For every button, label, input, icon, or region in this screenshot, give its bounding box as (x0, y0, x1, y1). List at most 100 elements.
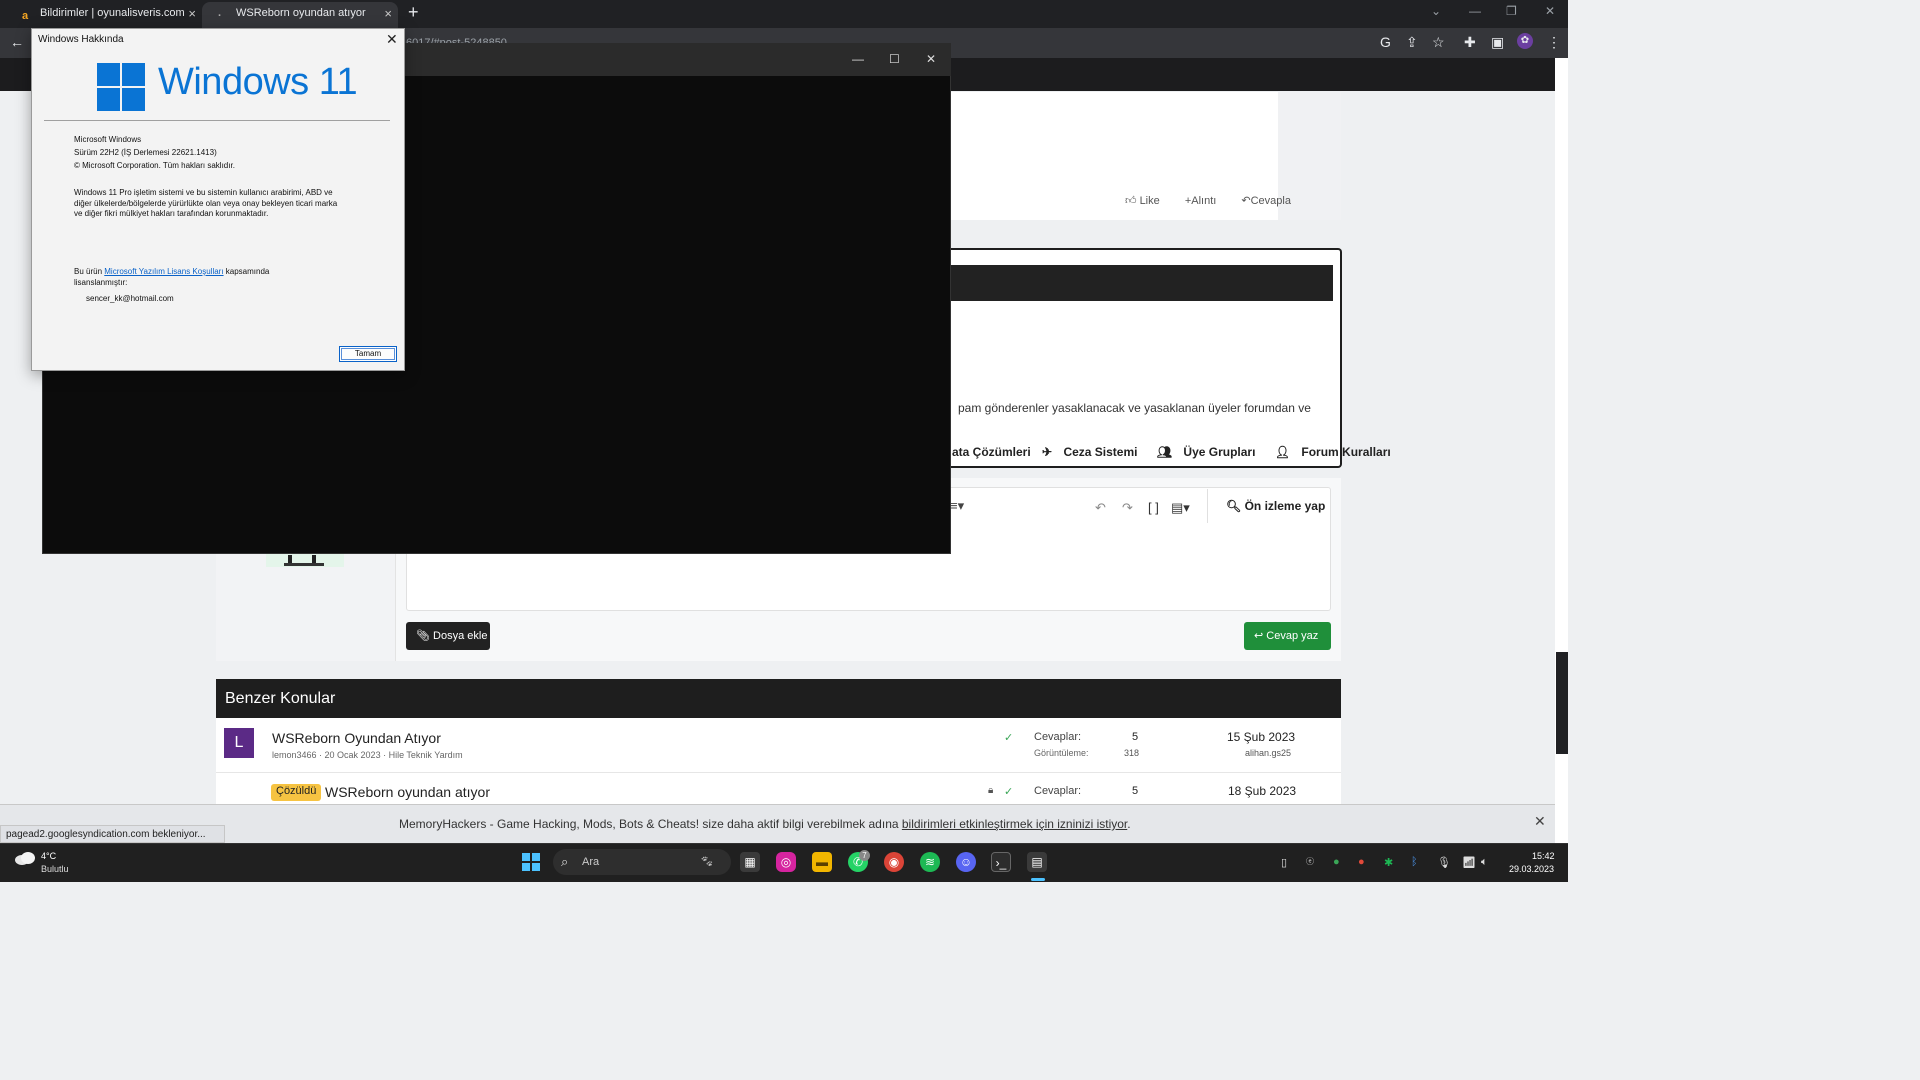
user-lock-icon: 👤︎ (1274, 445, 1291, 459)
last-post-date[interactable]: 18 Şub 2023 (1228, 784, 1296, 798)
tab-search-icon[interactable]: ⌄ (1431, 4, 1441, 18)
whatsapp-badge: 7 (859, 850, 870, 861)
bluetooth-icon[interactable]: ᛒ (1411, 856, 1418, 868)
chrome-tray-icon[interactable]: ● (1358, 856, 1365, 868)
windows-logo-icon (97, 63, 145, 111)
close-icon[interactable]: ✕ (386, 31, 398, 48)
start-button[interactable] (522, 853, 540, 871)
restore-icon[interactable]: ❐ (1506, 4, 1517, 18)
microsoft-store-icon[interactable]: ▦ (740, 852, 760, 872)
xbox-tray-icon[interactable]: ✱ (1384, 856, 1393, 869)
row-divider (216, 772, 1341, 773)
notification-tail: . (1127, 817, 1131, 831)
enable-notifications-link[interactable]: bildirimleri etkinleştirmek için izniniz… (902, 817, 1127, 831)
ok-button[interactable]: Tamam (339, 346, 397, 362)
drafts-icon[interactable]: ▤▾ (1171, 500, 1190, 516)
wifi-icon[interactable]: 📶︎ (1462, 856, 1476, 869)
discord-icon[interactable]: ☺ (956, 852, 976, 872)
attach-file-button[interactable]: 📎︎ Dosya ekle (406, 622, 490, 650)
bbcode-icon[interactable]: [ ] (1148, 500, 1159, 515)
legal-line-2: diğer ülkelerde/bölgelerde yürürlükte ol… (74, 198, 338, 208)
reply-button[interactable]: ↶Cevapla (1241, 195, 1302, 207)
extensions-icon[interactable]: ✚ (1464, 34, 1476, 51)
license-prefix: Bu ürün (74, 267, 105, 276)
undo-icon[interactable]: ↶ (1095, 500, 1106, 516)
app-tray-icon[interactable]: ● (1333, 856, 1340, 868)
copyright-text: © Microsoft Corporation. Tüm hakları sak… (74, 161, 235, 170)
minimize-icon[interactable]: — (1469, 4, 1481, 18)
tab-close-icon[interactable]: × (188, 2, 196, 25)
ime-icon[interactable]: ⓔ (1306, 856, 1314, 867)
tab-title: Bildirimler | oyunalisveris.com (40, 7, 185, 19)
license-terms-link[interactable]: Microsoft Yazılım Lisans Koşulları (104, 267, 223, 276)
clock-time[interactable]: 15:42 (1532, 851, 1555, 861)
bookmark-star-icon[interactable]: ☆ (1432, 34, 1445, 51)
thread-title-link[interactable]: WSReborn Oyundan Atıyor (272, 730, 441, 746)
thread-avatar[interactable]: L (224, 728, 254, 758)
clock-date[interactable]: 29.03.2023 (1509, 864, 1554, 874)
divider (44, 120, 390, 121)
google-icon[interactable]: G (1380, 34, 1391, 50)
file-explorer-icon[interactable]: ▬ (812, 852, 832, 872)
dialog-title: Windows Hakkında (38, 34, 124, 45)
device-icon[interactable]: ▯ (1281, 856, 1287, 869)
weather-description[interactable]: Bulutlu (41, 864, 69, 874)
site-favicon-icon: a (22, 10, 29, 22)
volume-icon[interactable]: 🔈︎ (1481, 856, 1488, 869)
redo-icon[interactable]: ↷ (1122, 500, 1133, 516)
windows-wordmark: Windows 11 (158, 61, 358, 103)
license-text: Bu ürün Microsoft Yazılım Lisans Koşulla… (74, 267, 269, 278)
last-poster[interactable]: alihan.gs25 (1245, 748, 1291, 758)
legal-line-1: Windows 11 Pro işletim sistemi ve bu sis… (74, 188, 333, 197)
microphone-icon[interactable]: 🎙︎ (1437, 856, 1451, 869)
notice-links: ata Çözümleri ✈︎ Ceza Sistemi 👥︎ Üye Gru… (952, 445, 1407, 459)
tab-close-icon[interactable]: × (384, 2, 392, 25)
notice-header (950, 265, 1333, 301)
scrollbar-thumb[interactable] (1556, 652, 1568, 754)
replies-label: Cevaplar: (1034, 731, 1082, 743)
about-windows-app-icon[interactable]: ▤ (1027, 852, 1047, 872)
last-post-date[interactable]: 15 Şub 2023 (1227, 730, 1295, 744)
preview-icon: 🔍︎ (1226, 499, 1242, 513)
preview-button[interactable]: 🔍︎ Ön izleme yap (1207, 489, 1330, 523)
close-icon[interactable]: ✕ (1545, 4, 1555, 18)
terminal-icon[interactable]: ›_ (991, 852, 1011, 872)
align-dropdown-icon[interactable]: ≡▾ (950, 498, 964, 514)
menu-icon[interactable]: ⋮ (1547, 34, 1561, 51)
profile-avatar[interactable]: ✿ (1517, 33, 1533, 49)
side-panel-icon[interactable]: ▣ (1491, 34, 1504, 51)
tab-bildirimler[interactable]: a Bildirimler | oyunalisveris.com × (6, 2, 202, 28)
close-icon[interactable]: ✕ (1534, 813, 1546, 830)
views-count: 318 (1124, 748, 1140, 758)
tab-wsreborn[interactable]: · WSReborn oyundan atıyor × (202, 2, 398, 28)
notice-text: pam gönderenler yasaklanacak ve yasaklan… (958, 401, 1311, 415)
close-icon[interactable]: ✕ (926, 52, 936, 66)
link-ceza-sistemi[interactable]: ✈︎ Ceza Sistemi (1042, 445, 1145, 459)
back-icon[interactable]: ← (10, 34, 24, 50)
new-tab-icon[interactable]: + (408, 2, 419, 23)
share-icon[interactable]: ⇪ (1406, 34, 1418, 51)
weather-temperature[interactable]: 4°C (41, 851, 56, 861)
chrome-icon[interactable]: ◉ (884, 852, 904, 872)
quote-button[interactable]: +Alıntı (1185, 195, 1228, 207)
minimize-icon[interactable]: — (852, 52, 864, 66)
like-button[interactable]: 👍︎ Like (1125, 195, 1171, 207)
maximize-icon[interactable]: ☐ (889, 52, 900, 66)
instagram-icon[interactable]: ◎ (776, 852, 796, 872)
spotify-icon[interactable]: ≋ (920, 852, 940, 872)
version-text: Sürüm 22H2 (İŞ Derlemesi 22621.1413) (74, 148, 217, 157)
link-label: Üye Grupları (1183, 445, 1256, 459)
link-uye-gruplari[interactable]: 👥︎ Üye Grupları (1157, 445, 1264, 459)
license-line-2: lisanslanmıştır: (74, 278, 128, 287)
link-forum-kurallari[interactable]: 👤︎ Forum Kuralları (1275, 445, 1399, 459)
legal-line-3: ve diğer fikri mülkiyet hakları tarafınd… (74, 209, 269, 218)
submit-reply-button[interactable]: ↩ Cevap yaz (1244, 622, 1331, 650)
replies-label: Cevaplar: (1034, 785, 1082, 797)
product-name: Microsoft Windows (74, 135, 142, 144)
replies-count: 5 (1132, 785, 1139, 797)
users-icon: 👥︎ (1156, 445, 1173, 459)
link-hata-cozumleri[interactable]: ata Çözümleri (952, 445, 1031, 459)
cloud-icon[interactable] (14, 851, 36, 865)
license-suffix: kapsamında (223, 267, 270, 276)
thread-title-link[interactable]: WSReborn oyundan atıyor (325, 784, 490, 800)
